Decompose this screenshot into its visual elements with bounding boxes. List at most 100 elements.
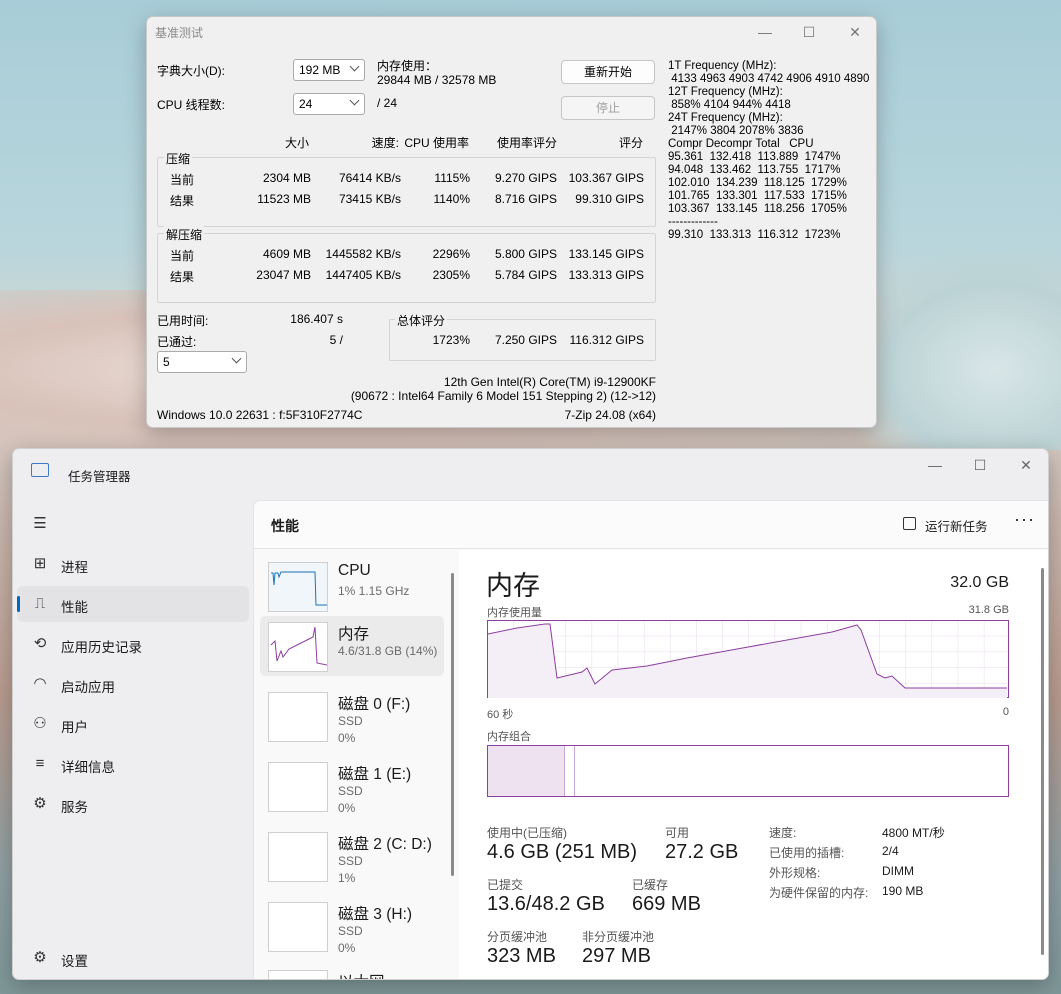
- usage-max: 31.8 GB: [968, 604, 1009, 616]
- device-disk-2[interactable]: 磁盘 2 (C: D:) SSD 1%: [260, 826, 444, 886]
- nav-item-processes[interactable]: ⊞ 进程: [17, 546, 249, 582]
- cached-label: 已缓存: [632, 878, 669, 892]
- device-stat: 1% 1.15 GHz: [338, 584, 410, 598]
- compress-result-size: 11523 MB: [257, 192, 311, 206]
- axis-left-label: 60 秒: [487, 709, 514, 721]
- usage-label: 内存使用量: [487, 607, 542, 619]
- axis-right-label: 0: [1002, 706, 1009, 718]
- nav-label: 启动应用: [61, 680, 115, 695]
- device-list-scrollbar[interactable]: [451, 573, 454, 876]
- device-ethernet[interactable]: 以太网: [260, 964, 444, 979]
- compress-result-label: 结果: [170, 194, 195, 208]
- threads-value: 24: [299, 97, 313, 111]
- nav-item-settings[interactable]: ⚙ 设置: [17, 940, 249, 976]
- dict-size-select[interactable]: 192 MB: [293, 59, 365, 81]
- services-icon: ⚙: [33, 795, 47, 812]
- device-stat: 0%: [338, 941, 356, 955]
- device-cpu[interactable]: CPU 1% 1.15 GHz: [260, 556, 444, 616]
- disk-thumbnail: [268, 762, 328, 812]
- task-manager-icon: [31, 463, 49, 477]
- form-factor-label: 外形规格:: [769, 866, 821, 880]
- paged-pool-label: 分页缓冲池: [487, 930, 548, 944]
- hamburger-icon: ☰: [33, 515, 47, 532]
- device-memory[interactable]: 内存 4.6/31.8 GB (14%): [260, 616, 444, 676]
- maximize-icon[interactable]: ☐: [794, 22, 824, 42]
- details-icon: ≡: [35, 755, 45, 772]
- nav-label: 用户: [61, 720, 88, 735]
- compress-current-size: 2304 MB: [262, 171, 311, 185]
- close-icon[interactable]: ✕: [840, 22, 870, 42]
- col-speed: 速度:: [371, 136, 399, 150]
- nav-item-startup-apps[interactable]: ◠ 启动应用: [17, 666, 249, 702]
- device-disk-3[interactable]: 磁盘 3 (H:) SSD 0%: [260, 896, 444, 956]
- threads-label: CPU 线程数:: [157, 98, 226, 112]
- composition-in-use: [488, 746, 565, 796]
- decompress-result-size: 23047 MB: [256, 268, 311, 282]
- decompress-label: 解压缩: [164, 226, 205, 243]
- device-type: SSD: [338, 784, 363, 798]
- compress-label: 压缩: [164, 150, 193, 167]
- decompress-current-usage-rating: 5.800 GIPS: [494, 247, 557, 261]
- device-disk-1[interactable]: 磁盘 1 (E:) SSD 0%: [260, 756, 444, 816]
- compress-current-usage-rating: 9.270 GIPS: [494, 171, 557, 185]
- total-cpu: 1723%: [432, 333, 470, 347]
- memory-thumbnail: [268, 622, 328, 672]
- device-type: SSD: [338, 924, 363, 938]
- detail-scrollbar[interactable]: [1041, 568, 1044, 955]
- device-name: 磁盘 0 (F:): [338, 696, 411, 713]
- available-label: 可用: [665, 826, 690, 840]
- hamburger-menu-button[interactable]: ☰: [17, 506, 249, 542]
- decompress-current-size: 4609 MB: [262, 247, 311, 261]
- device-type: SSD: [338, 714, 363, 728]
- maximize-icon[interactable]: ☐: [966, 455, 994, 475]
- nav-item-services[interactable]: ⚙ 服务: [17, 786, 249, 822]
- device-stat: 4.6/31.8 GB (14%): [338, 644, 438, 658]
- restart-button[interactable]: 重新开始: [561, 60, 655, 84]
- nav-item-users[interactable]: ⚇ 用户: [17, 706, 249, 742]
- stop-button[interactable]: 停止: [561, 96, 655, 120]
- os-info: Windows 10.0 22631 : f:5F310F2774C: [157, 408, 363, 422]
- committed-value: 13.6/48.2 GB: [487, 893, 605, 915]
- compress-result-speed: 73415 KB/s: [338, 192, 401, 206]
- compress-current-rating: 103.367 GIPS: [568, 171, 644, 185]
- passes-select[interactable]: 5: [157, 351, 247, 373]
- nav-item-app-history[interactable]: ⟲ 应用历史记录: [17, 626, 249, 662]
- composition-label: 内存组合: [487, 731, 531, 743]
- col-size: 大小: [284, 136, 309, 150]
- minimize-icon[interactable]: —: [921, 455, 949, 475]
- device-disk-0[interactable]: 磁盘 0 (F:) SSD 0%: [260, 686, 444, 746]
- ethernet-thumbnail: [268, 970, 328, 979]
- disk-thumbnail: [268, 692, 328, 742]
- more-options-button[interactable]: ···: [1014, 509, 1035, 530]
- memory-composition-bar[interactable]: [487, 745, 1009, 797]
- passes-value: 5: [163, 355, 170, 369]
- total-rating-label: 总体评分: [395, 312, 448, 329]
- memory-usage-value: 29844 MB / 32578 MB: [377, 73, 497, 87]
- threads-select[interactable]: 24: [293, 93, 365, 115]
- device-name: 以太网: [338, 970, 385, 979]
- decompress-current-label: 当前: [170, 249, 195, 263]
- chevron-down-icon: [349, 95, 360, 106]
- users-icon: ⚇: [33, 715, 47, 732]
- decompress-result-usage-rating: 5.784 GIPS: [494, 268, 557, 282]
- run-task-icon: [903, 517, 916, 530]
- decompress-current-speed: 1445582 KB/s: [325, 247, 401, 261]
- nav-item-performance[interactable]: ⎍ 性能: [17, 586, 249, 622]
- device-stat: 0%: [338, 801, 356, 815]
- composition-modified: [565, 746, 575, 796]
- run-new-task-button[interactable]: 运行新任务: [925, 516, 988, 535]
- nav-label: 服务: [61, 800, 88, 815]
- threads-total: / 24: [377, 96, 398, 110]
- detail-title: 内存: [486, 571, 540, 601]
- minimize-icon[interactable]: —: [750, 22, 780, 42]
- startup-apps-icon: ◠: [33, 675, 47, 692]
- performance-icon: ⎍: [34, 595, 46, 612]
- form-factor-value: DIMM: [882, 864, 914, 878]
- nonpaged-pool-label: 非分页缓冲池: [582, 930, 655, 944]
- in-use-label: 使用中(已压缩): [487, 826, 567, 840]
- active-indicator: [17, 596, 20, 612]
- close-icon[interactable]: ✕: [1012, 455, 1040, 475]
- passed-label: 已通过:: [157, 335, 197, 349]
- decompress-current-cpu: 2296%: [432, 247, 470, 261]
- nav-item-details[interactable]: ≡ 详细信息: [17, 746, 249, 782]
